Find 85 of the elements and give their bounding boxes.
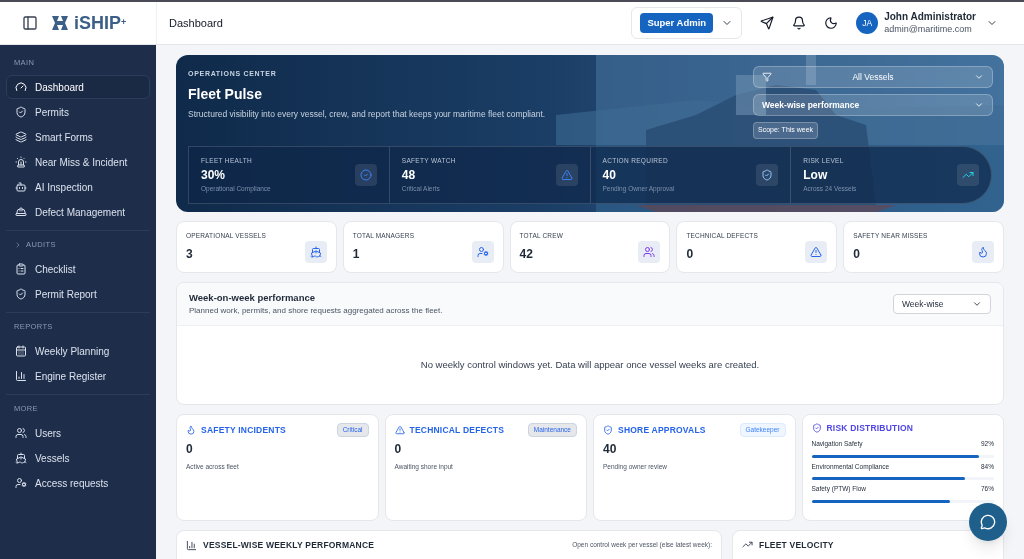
- sidebar-item[interactable]: Vessels: [6, 446, 150, 470]
- card-title: TECHNICAL DEFECTS: [409, 423, 506, 437]
- user-name: John Administrator: [884, 11, 976, 24]
- stat-value: 42: [519, 246, 534, 263]
- sidebar-item[interactable]: Checklist: [6, 257, 150, 281]
- sidebar-item[interactable]: Permits: [6, 100, 150, 124]
- metric-value: 40: [602, 167, 617, 184]
- warning-icon: [810, 246, 823, 258]
- vessel-filter-select[interactable]: All Vessels: [753, 66, 993, 88]
- card-title: SHORE APPROVALS: [618, 423, 707, 437]
- panel-subtitle: Planned work, permits, and shore requests aggregated across the fleet.: [189, 305, 444, 318]
- flame-icon: [186, 424, 196, 435]
- week-select[interactable]: Week-wise: [893, 294, 991, 314]
- sidebar-item[interactable]: Users: [6, 421, 150, 445]
- sidebar-item[interactable]: Defect Management: [6, 200, 150, 224]
- card-value: 0: [186, 440, 194, 458]
- user-avatar[interactable]: JA: [856, 12, 879, 34]
- card-title: VESSEL-WISE WEEKLY PERFORMANCE: [203, 539, 375, 552]
- stat-value: 3: [186, 246, 194, 263]
- logo-icon: [50, 14, 70, 32]
- stat-value: 1: [352, 246, 361, 263]
- card-value: 0: [394, 440, 403, 458]
- metric-value: 48: [401, 167, 417, 184]
- trend-up-icon: [962, 169, 974, 181]
- robot-icon: [15, 181, 27, 193]
- card-title: FLEET VELOCITY: [759, 539, 834, 552]
- chevron-down-icon: [972, 299, 982, 309]
- sidebar-item[interactable]: Dashboard: [6, 75, 150, 99]
- sidebar-item[interactable]: Permit Report: [6, 282, 150, 306]
- panel-title: Week-on-week performance: [189, 290, 316, 305]
- siren-icon: [15, 156, 27, 168]
- sidebar-item[interactable]: Smart Forms: [6, 125, 150, 149]
- stat-value: 0: [853, 246, 861, 263]
- chevron-down-icon: [974, 100, 984, 110]
- moon-icon[interactable]: [824, 16, 839, 30]
- bell-icon[interactable]: [792, 16, 807, 30]
- send-icon[interactable]: [760, 16, 775, 30]
- users-icon: [15, 427, 27, 439]
- gauge-icon: [15, 81, 27, 93]
- ship-icon: [309, 246, 322, 258]
- shield-icon: [811, 423, 822, 434]
- user-cog-icon: [476, 246, 489, 258]
- hero-title: Fleet Pulse: [188, 84, 263, 104]
- user-cog-icon: [15, 477, 27, 489]
- sidebar-item[interactable]: AI Inspection: [6, 175, 150, 199]
- sidebar-item[interactable]: Near Miss & Incident: [6, 150, 150, 174]
- trend-up-icon: [742, 539, 753, 550]
- shield-icon: [603, 424, 613, 435]
- user-email: admin@maritime.com: [884, 23, 973, 35]
- chat-icon: [980, 514, 996, 530]
- empty-state-message: No weekly control windows yet. Data will appear once vessel weeks are created.: [420, 357, 760, 372]
- metric-value: Low: [803, 167, 829, 184]
- bar-chart-icon: [15, 370, 27, 382]
- hard-hat-icon: [15, 206, 27, 218]
- chevron-right-icon[interactable]: [14, 241, 22, 249]
- shield-icon: [761, 169, 774, 181]
- stat-value: 0: [686, 246, 695, 263]
- flame-icon: [977, 246, 989, 258]
- clipboard-icon: [15, 263, 27, 275]
- sidebar-item[interactable]: Weekly Planning: [6, 339, 150, 363]
- users-icon: [643, 246, 656, 258]
- sidebar-item[interactable]: Access requests: [6, 471, 150, 495]
- role-badge: Super Admin: [640, 12, 714, 34]
- warning-icon: [560, 169, 573, 181]
- sidebar-toggle-icon[interactable]: [22, 15, 38, 31]
- sidebar-item[interactable]: Engine Register: [6, 364, 150, 388]
- filter-icon: [762, 72, 772, 82]
- card-value: 40: [603, 440, 618, 458]
- shield-icon: [15, 288, 27, 300]
- shield-icon: [15, 106, 27, 118]
- logo-text: iSHIP$^{+}$: [74, 14, 127, 32]
- layers-icon: [15, 131, 27, 143]
- calendar-icon: [15, 345, 27, 357]
- hero-subtitle: Structured visibility into every vessel, crew, and report that keeps your maritime fleet compliant.: [188, 107, 546, 121]
- page-title: Dashboard: [169, 15, 223, 31]
- warning-icon: [394, 424, 405, 435]
- metric-value: 30%: [201, 167, 227, 184]
- chevron-down-icon: [974, 72, 984, 82]
- card-title: SAFETY INCIDENTS: [201, 423, 287, 437]
- bar-chart-icon: [186, 539, 197, 551]
- role-selector[interactable]: Super Admin: [631, 6, 743, 40]
- card-title: RISK DISTRIBUTION: [826, 422, 914, 435]
- check-circle-icon: [359, 169, 372, 181]
- view-select[interactable]: Week-wise performance: [753, 94, 993, 116]
- ship-icon: [15, 452, 27, 464]
